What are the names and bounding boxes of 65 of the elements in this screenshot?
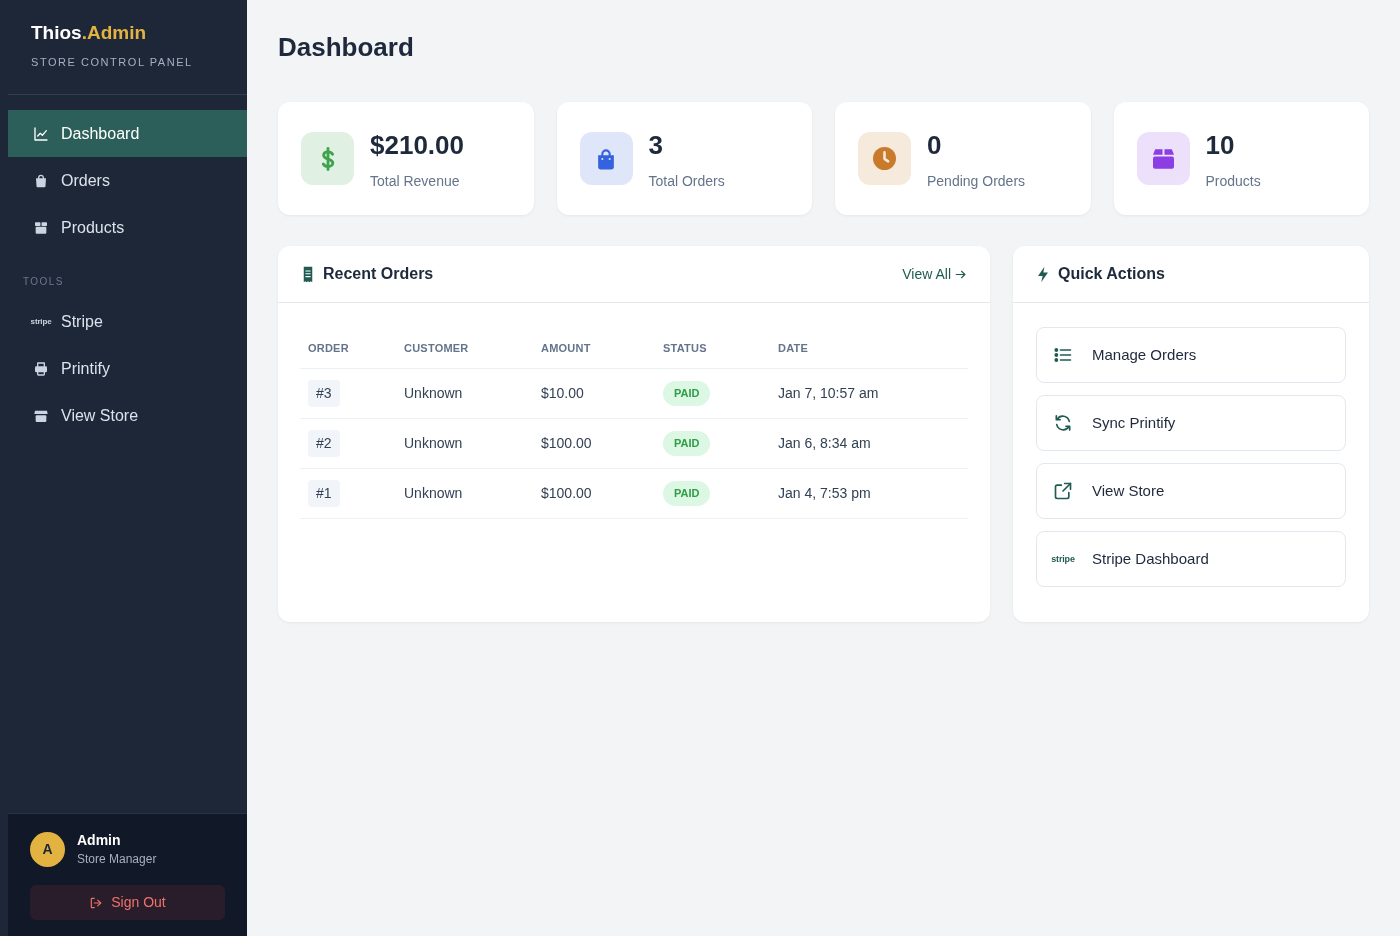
brand-logo: Thios.Admin [31, 21, 147, 45]
stat-label: Products [1205, 172, 1261, 191]
quick-action-button[interactable]: View Store [1036, 463, 1346, 519]
printer-icon [33, 360, 49, 377]
line-chart-icon [33, 125, 49, 142]
sign-out-button[interactable]: Sign Out [30, 885, 225, 920]
order-number: #1 [308, 479, 340, 507]
user-avatar: A [30, 831, 65, 867]
order-number: #3 [308, 379, 340, 407]
table-cell: $100.00 [541, 435, 592, 451]
stat-value: 10 [1205, 130, 1236, 160]
nav-item[interactable]: View Store [8, 392, 247, 439]
column-header: ORDER [308, 342, 349, 355]
table-cell: Jan 4, 7:53 pm [778, 485, 871, 501]
user-role: Store Manager [77, 851, 157, 867]
shopping-bag-icon [579, 132, 633, 185]
refresh-icon [1053, 413, 1073, 433]
lightning-bolt-icon [1036, 265, 1050, 283]
quick-action-button[interactable]: Manage Orders [1036, 327, 1346, 383]
quick-action-button[interactable]: stripe Stripe Dashboard [1036, 531, 1346, 587]
brand-subtitle: STORE CONTROL PANEL [31, 55, 193, 69]
card-title: Quick Actions [1058, 264, 1165, 284]
stat-value: 0 [927, 130, 943, 160]
page-title: Dashboard [278, 31, 414, 64]
stat-label: Pending Orders [927, 172, 1026, 191]
box-icon [33, 219, 49, 236]
table-cell: $100.00 [541, 485, 592, 501]
stat-value: 3 [648, 130, 664, 160]
table-cell: Unknown [404, 385, 463, 401]
status-badge: PAID [663, 431, 711, 456]
clock-icon [858, 132, 911, 185]
stat-label: Total Orders [648, 172, 725, 191]
user-name: Admin [77, 831, 122, 849]
section-heading: TOOLS [23, 275, 64, 289]
logo-text: stripe [1051, 553, 1075, 565]
card-title: Recent Orders [323, 264, 434, 284]
dollar-icon [301, 132, 354, 185]
nav-item[interactable]: Orders [8, 157, 247, 204]
quick-action-button[interactable]: Sync Printify [1036, 395, 1346, 451]
status-badge: PAID [663, 481, 711, 506]
table-cell: Unknown [404, 435, 463, 451]
table-cell: Unknown [404, 485, 463, 501]
nav-item[interactable]: Printify [8, 345, 247, 392]
nav-item[interactable]: Dashboard [8, 110, 247, 157]
nav-item[interactable]: Products [8, 204, 247, 251]
logo-text: stripe [30, 316, 52, 327]
column-header: DATE [778, 342, 808, 355]
shopping-bag-icon [33, 172, 49, 189]
status-badge: PAID [663, 381, 711, 406]
box-icon [1136, 132, 1190, 185]
stat-label: Total Revenue [370, 172, 461, 191]
receipt-icon [301, 265, 315, 283]
view-all-link[interactable]: View All [902, 263, 967, 285]
list-icon [1053, 345, 1073, 365]
column-header: AMOUNT [541, 342, 591, 355]
table-cell: Jan 6, 8:34 am [778, 435, 871, 451]
column-header: CUSTOMER [404, 342, 469, 355]
table-cell: $10.00 [541, 385, 584, 401]
sign-out-icon [89, 895, 104, 910]
external-link-icon [1053, 481, 1073, 501]
order-number: #2 [308, 429, 340, 457]
stat-value: $210.00 [370, 130, 464, 160]
table-cell: Jan 7, 10:57 am [778, 385, 879, 401]
nav-item[interactable]: stripe Stripe [8, 298, 247, 345]
column-header: STATUS [663, 342, 707, 355]
